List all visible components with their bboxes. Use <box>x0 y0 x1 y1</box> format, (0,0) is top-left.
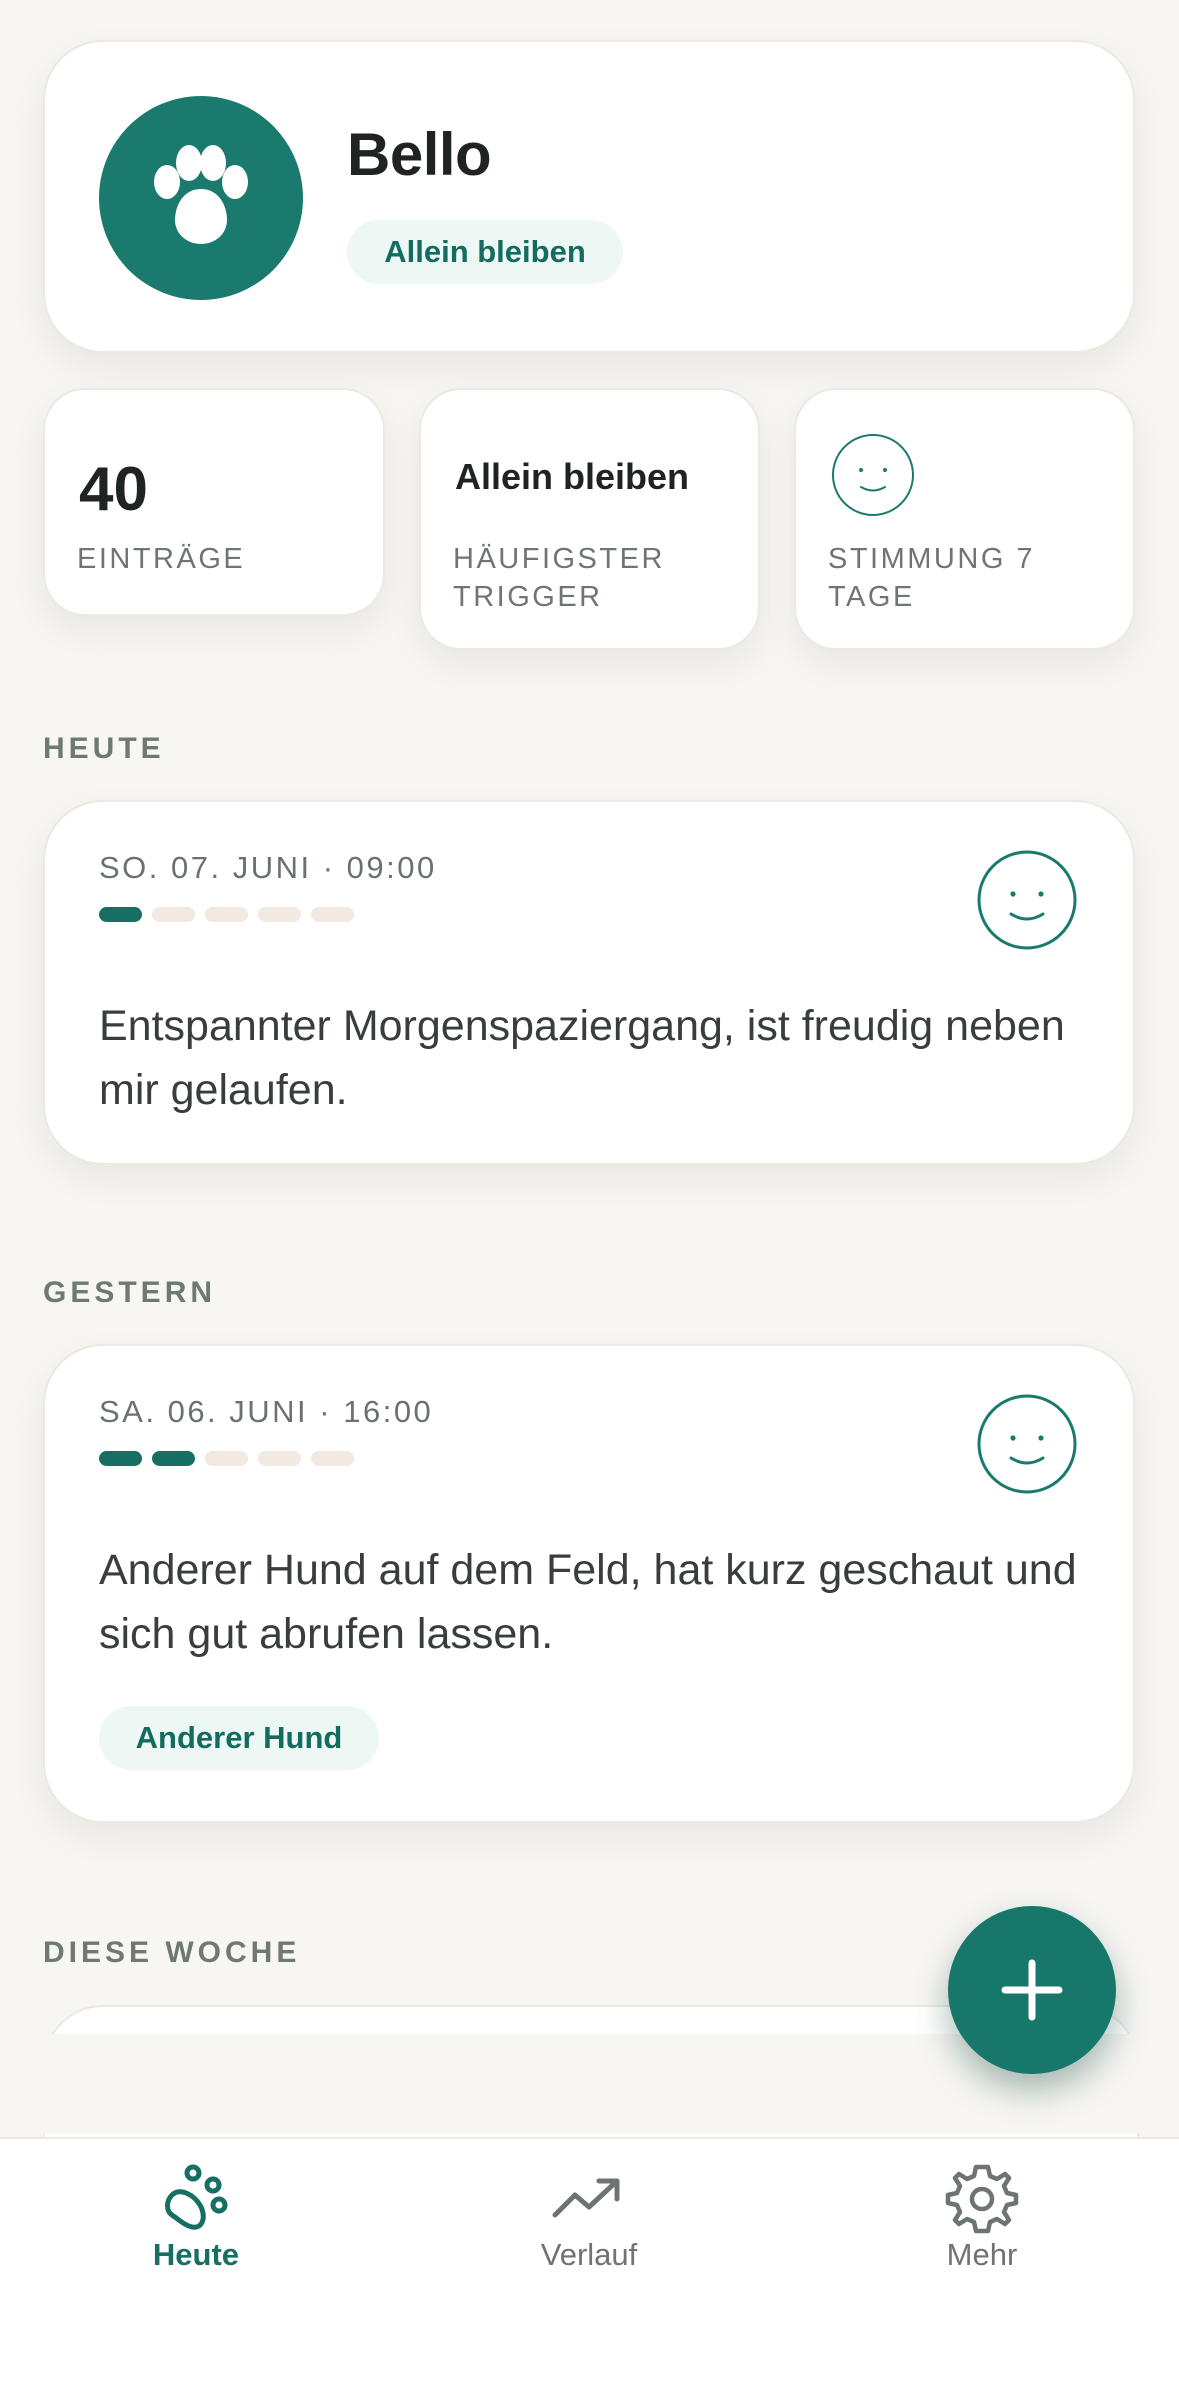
stat-mood-card: STIMMUNG 7 TAGE <box>794 388 1135 650</box>
add-entry-button[interactable] <box>948 1906 1116 2074</box>
intensity-dot <box>258 1451 301 1466</box>
trigger-chip: Allein bleiben <box>347 220 623 284</box>
intensity-dot <box>99 1451 142 1466</box>
smiley-icon <box>977 850 1077 950</box>
stat-trigger-card: Allein bleiben HÄUFIGSTER TRIGGER <box>419 388 760 650</box>
avatar <box>99 96 303 300</box>
paw-icon <box>154 145 248 244</box>
section-yesterday: GESTERN <box>43 1276 217 1309</box>
entry-card[interactable]: SA. 06. JUNI · 16:00 Anderer Hund auf de… <box>43 1344 1135 1823</box>
intensity-dot <box>205 1451 248 1466</box>
tab-heute[interactable]: Heute <box>46 2139 346 2319</box>
tab-label: Heute <box>152 2237 240 2272</box>
paw-outline-icon <box>165 2164 228 2230</box>
entries-label: EINTRÄGE <box>77 543 246 575</box>
section-today: HEUTE <box>43 732 165 765</box>
entry-date: SA. 06. JUNI · 16:00 <box>99 1394 434 1429</box>
tab-verlauf[interactable]: Verlauf <box>439 2139 739 2319</box>
tag-chip: Anderer Hund <box>99 1706 379 1770</box>
intensity-dot <box>258 907 301 922</box>
tab-mehr[interactable]: Mehr <box>832 2139 1132 2319</box>
intensity-dot <box>152 907 195 922</box>
intensity-dot <box>311 907 354 922</box>
profile-card[interactable]: Bello Allein bleiben <box>43 40 1135 353</box>
intensity-dot <box>152 1451 195 1466</box>
tab-bar: Heute Verlauf Mehr <box>0 2137 1179 2388</box>
gear-icon <box>945 2164 1019 2234</box>
smiley-icon <box>977 1394 1077 1494</box>
top-trigger-label: HÄUFIGSTER TRIGGER <box>453 543 665 613</box>
tab-label: Verlauf <box>540 2237 638 2272</box>
stat-entries-card: 40 EINTRÄGE <box>43 388 385 616</box>
entry-card[interactable]: SO. 07. JUNI · 09:00 Entspannter Morgens… <box>43 800 1135 1165</box>
intensity-indicator <box>99 907 354 922</box>
intensity-indicator <box>99 1451 354 1466</box>
section-this-week: DIESE WOCHE <box>43 1936 301 1969</box>
entry-text: Anderer Hund auf dem Feld, hat kurz gesc… <box>99 1546 1077 1658</box>
trend-up-icon <box>552 2178 620 2218</box>
smiley-icon <box>832 434 914 516</box>
intensity-dot <box>99 907 142 922</box>
dog-name: Bello <box>347 121 492 188</box>
intensity-dot <box>311 1451 354 1466</box>
entry-date: SO. 07. JUNI · 09:00 <box>99 850 437 885</box>
entry-text: Entspannter Morgenspaziergang, ist freud… <box>99 1002 1065 1114</box>
entries-count: 40 <box>79 455 148 524</box>
intensity-dot <box>205 907 248 922</box>
top-trigger-value: Allein bleiben <box>455 456 690 497</box>
plus-icon <box>1001 1959 1063 2021</box>
mood-label: STIMMUNG 7 TAGE <box>828 543 1036 613</box>
tab-label: Mehr <box>946 2237 1018 2272</box>
